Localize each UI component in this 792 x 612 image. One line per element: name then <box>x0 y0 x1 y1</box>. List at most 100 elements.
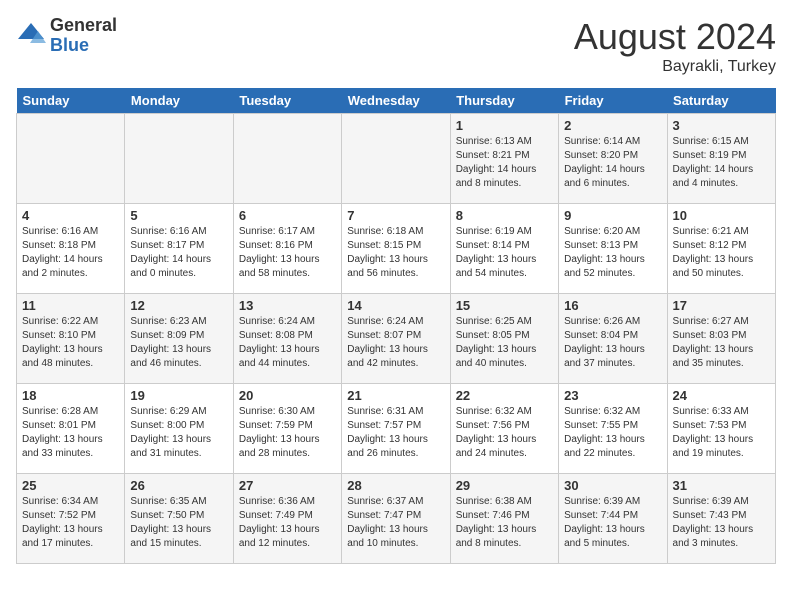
logo-blue-text: Blue <box>50 36 117 56</box>
day-info: Sunrise: 6:39 AM Sunset: 7:44 PM Dayligh… <box>564 495 661 551</box>
calendar-cell: 30 Sunrise: 6:39 AM Sunset: 7:44 PM Dayli… <box>559 474 667 564</box>
day-number: 15 <box>456 298 553 313</box>
day-number: 16 <box>564 298 661 313</box>
calendar-cell: 18Sunrise: 6:28 AM Sunset: 8:01 PM Dayli… <box>17 384 125 474</box>
day-info: Sunrise: 6:21 AM Sunset: 8:12 PM Dayligh… <box>673 225 770 281</box>
day-number: 3 <box>673 118 770 133</box>
calendar-cell: 7 Sunrise: 6:18 AM Sunset: 8:15 PM Daylig… <box>342 204 450 294</box>
calendar-cell: 11 Sunrise: 6:22 AM Sunset: 8:10 PM Dayli… <box>17 294 125 384</box>
calendar-cell: 23 Sunrise: 6:32 AM Sunset: 7:55 PM Dayli… <box>559 384 667 474</box>
day-info: Sunrise: 6:20 AM Sunset: 8:13 PM Dayligh… <box>564 225 661 281</box>
month-year: August 2024 <box>574 16 776 58</box>
day-number: 4 <box>22 208 119 223</box>
calendar-cell: 10 Sunrise: 6:21 AM Sunset: 8:12 PM Dayli… <box>667 204 775 294</box>
calendar-cell: 2Sunrise: 6:14 AM Sunset: 8:20 PM Daylig… <box>559 114 667 204</box>
day-number: 29 <box>456 478 553 493</box>
calendar-cell: 31 Sunrise: 6:39 AM Sunset: 7:43 PM Dayli… <box>667 474 775 564</box>
calendar-cell <box>233 114 341 204</box>
calendar-cell: 25Sunrise: 6:34 AM Sunset: 7:52 PM Dayli… <box>17 474 125 564</box>
day-number: 8 <box>456 208 553 223</box>
day-info: Sunrise: 6:26 AM Sunset: 8:04 PM Dayligh… <box>564 315 661 371</box>
day-number: 12 <box>130 298 227 313</box>
day-number: 31 <box>673 478 770 493</box>
day-info: Sunrise: 6:32 AM Sunset: 7:56 PM Dayligh… <box>456 405 553 461</box>
day-number: 5 <box>130 208 227 223</box>
header-row: SundayMondayTuesdayWednesdayThursdayFrid… <box>17 88 776 114</box>
week-row-2: 4 Sunrise: 6:16 AM Sunset: 8:18 PM Daylig… <box>17 204 776 294</box>
day-info: Sunrise: 6:16 AM Sunset: 8:18 PM Dayligh… <box>22 225 119 281</box>
day-info: Sunrise: 6:24 AM Sunset: 8:07 PM Dayligh… <box>347 315 444 371</box>
day-number: 21 <box>347 388 444 403</box>
week-row-4: 18Sunrise: 6:28 AM Sunset: 8:01 PM Dayli… <box>17 384 776 474</box>
week-row-3: 11 Sunrise: 6:22 AM Sunset: 8:10 PM Dayli… <box>17 294 776 384</box>
calendar-cell: 9 Sunrise: 6:20 AM Sunset: 8:13 PM Daylig… <box>559 204 667 294</box>
calendar-table: SundayMondayTuesdayWednesdayThursdayFrid… <box>16 88 776 564</box>
calendar-cell: 19 Sunrise: 6:29 AM Sunset: 8:00 PM Dayli… <box>125 384 233 474</box>
day-number: 6 <box>239 208 336 223</box>
day-number: 18 <box>22 388 119 403</box>
day-info: Sunrise: 6:22 AM Sunset: 8:10 PM Dayligh… <box>22 315 119 371</box>
week-row-5: 25Sunrise: 6:34 AM Sunset: 7:52 PM Dayli… <box>17 474 776 564</box>
day-info: Sunrise: 6:39 AM Sunset: 7:43 PM Dayligh… <box>673 495 770 551</box>
calendar-cell: 6Sunrise: 6:17 AM Sunset: 8:16 PM Daylig… <box>233 204 341 294</box>
day-number: 25 <box>22 478 119 493</box>
calendar-cell <box>17 114 125 204</box>
day-info: Sunrise: 6:19 AM Sunset: 8:14 PM Dayligh… <box>456 225 553 281</box>
calendar-cell: 20Sunrise: 6:30 AM Sunset: 7:59 PM Dayli… <box>233 384 341 474</box>
day-info: Sunrise: 6:13 AM Sunset: 8:21 PM Dayligh… <box>456 135 553 191</box>
day-header-sunday: Sunday <box>17 88 125 114</box>
calendar-cell: 27 Sunrise: 6:36 AM Sunset: 7:49 PM Dayli… <box>233 474 341 564</box>
day-info: Sunrise: 6:33 AM Sunset: 7:53 PM Dayligh… <box>673 405 770 461</box>
calendar-cell: 1Sunrise: 6:13 AM Sunset: 8:21 PM Daylig… <box>450 114 558 204</box>
calendar-cell: 17 Sunrise: 6:27 AM Sunset: 8:03 PM Dayli… <box>667 294 775 384</box>
day-number: 24 <box>673 388 770 403</box>
calendar-cell: 24 Sunrise: 6:33 AM Sunset: 7:53 PM Dayli… <box>667 384 775 474</box>
calendar-cell: 16 Sunrise: 6:26 AM Sunset: 8:04 PM Dayli… <box>559 294 667 384</box>
day-info: Sunrise: 6:27 AM Sunset: 8:03 PM Dayligh… <box>673 315 770 371</box>
calendar-cell: 21Sunrise: 6:31 AM Sunset: 7:57 PM Dayli… <box>342 384 450 474</box>
day-number: 26 <box>130 478 227 493</box>
day-number: 22 <box>456 388 553 403</box>
day-number: 30 <box>564 478 661 493</box>
calendar-cell: 5 Sunrise: 6:16 AM Sunset: 8:17 PM Daylig… <box>125 204 233 294</box>
day-info: Sunrise: 6:15 AM Sunset: 8:19 PM Dayligh… <box>673 135 770 191</box>
day-info: Sunrise: 6:37 AM Sunset: 7:47 PM Dayligh… <box>347 495 444 551</box>
day-info: Sunrise: 6:25 AM Sunset: 8:05 PM Dayligh… <box>456 315 553 371</box>
day-number: 28 <box>347 478 444 493</box>
logo: General Blue <box>16 16 117 56</box>
day-number: 19 <box>130 388 227 403</box>
calendar-cell: 15 Sunrise: 6:25 AM Sunset: 8:05 PM Dayli… <box>450 294 558 384</box>
calendar-cell: 4 Sunrise: 6:16 AM Sunset: 8:18 PM Daylig… <box>17 204 125 294</box>
day-header-wednesday: Wednesday <box>342 88 450 114</box>
day-info: Sunrise: 6:23 AM Sunset: 8:09 PM Dayligh… <box>130 315 227 371</box>
day-number: 10 <box>673 208 770 223</box>
calendar-cell: 13Sunrise: 6:24 AM Sunset: 8:08 PM Dayli… <box>233 294 341 384</box>
calendar-cell: 14 Sunrise: 6:24 AM Sunset: 8:07 PM Dayli… <box>342 294 450 384</box>
day-number: 23 <box>564 388 661 403</box>
day-header-saturday: Saturday <box>667 88 775 114</box>
day-info: Sunrise: 6:32 AM Sunset: 7:55 PM Dayligh… <box>564 405 661 461</box>
day-info: Sunrise: 6:14 AM Sunset: 8:20 PM Dayligh… <box>564 135 661 191</box>
calendar-cell: 29Sunrise: 6:38 AM Sunset: 7:46 PM Dayli… <box>450 474 558 564</box>
location: Bayrakli, Turkey <box>574 58 776 76</box>
day-number: 20 <box>239 388 336 403</box>
calendar-cell: 8 Sunrise: 6:19 AM Sunset: 8:14 PM Daylig… <box>450 204 558 294</box>
calendar-cell: 22 Sunrise: 6:32 AM Sunset: 7:56 PM Dayli… <box>450 384 558 474</box>
day-info: Sunrise: 6:24 AM Sunset: 8:08 PM Dayligh… <box>239 315 336 371</box>
calendar-cell: 26Sunrise: 6:35 AM Sunset: 7:50 PM Dayli… <box>125 474 233 564</box>
page-header: General Blue August 2024 Bayrakli, Turke… <box>16 16 776 76</box>
day-number: 9 <box>564 208 661 223</box>
day-header-monday: Monday <box>125 88 233 114</box>
logo-icon <box>16 21 46 51</box>
day-info: Sunrise: 6:18 AM Sunset: 8:15 PM Dayligh… <box>347 225 444 281</box>
title-block: August 2024 Bayrakli, Turkey <box>574 16 776 76</box>
day-number: 11 <box>22 298 119 313</box>
calendar-cell: 3 Sunrise: 6:15 AM Sunset: 8:19 PM Daylig… <box>667 114 775 204</box>
day-number: 27 <box>239 478 336 493</box>
day-number: 17 <box>673 298 770 313</box>
day-info: Sunrise: 6:16 AM Sunset: 8:17 PM Dayligh… <box>130 225 227 281</box>
day-number: 14 <box>347 298 444 313</box>
day-info: Sunrise: 6:36 AM Sunset: 7:49 PM Dayligh… <box>239 495 336 551</box>
day-info: Sunrise: 6:29 AM Sunset: 8:00 PM Dayligh… <box>130 405 227 461</box>
day-number: 7 <box>347 208 444 223</box>
